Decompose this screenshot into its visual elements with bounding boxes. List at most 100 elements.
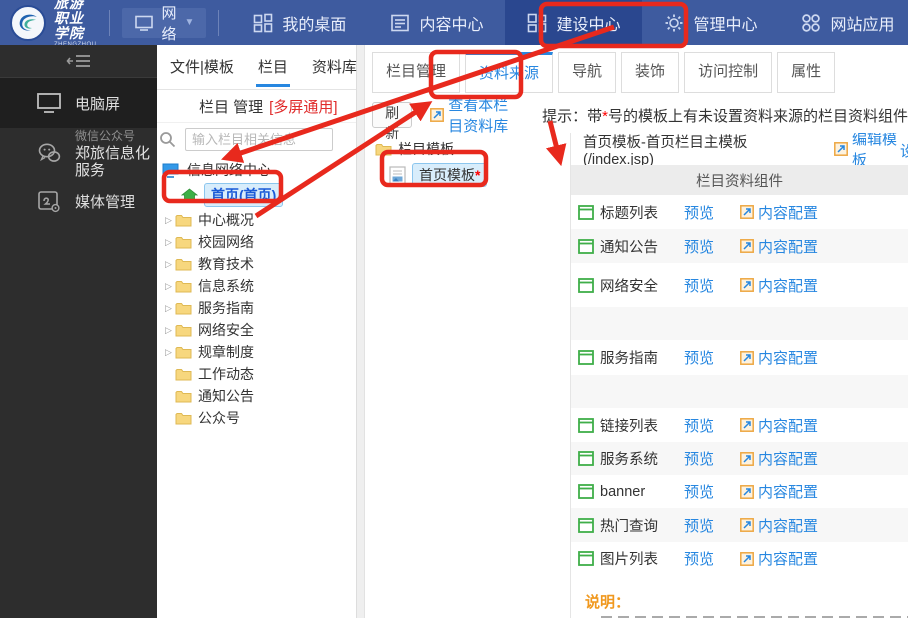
component-widget-icon bbox=[578, 517, 594, 533]
tree-node-folder[interactable]: ▷ 信息系统 bbox=[157, 275, 356, 297]
component-name: 链接列表 bbox=[600, 418, 658, 435]
preview-link[interactable]: 预览 bbox=[684, 236, 714, 257]
tree-node-folder[interactable]: ▷ 校园网络 bbox=[157, 231, 356, 253]
column-tree: 信息网络中心 首页(首页) ▷ 中心概况 ▷ 校园网络 ▷ 教育技术 ▷ 信息系统 ▷ 服… bbox=[157, 155, 356, 429]
tree-panel-tabs: 文件|模板 栏目 资料库 bbox=[157, 45, 357, 90]
tree-node-home[interactable]: 首页(首页) bbox=[157, 181, 356, 209]
view-library-link[interactable]: 查看本栏目资料库 bbox=[430, 94, 520, 136]
component-name: 热门查询 bbox=[600, 518, 658, 535]
template-tree-root[interactable]: 栏目模板 bbox=[365, 138, 570, 160]
tab-files-templates[interactable]: 文件|模板 bbox=[170, 45, 234, 90]
template-node-home[interactable]: 首页模板 * bbox=[365, 160, 570, 190]
sidebar-item-media-manage[interactable]: 媒体管理 bbox=[0, 178, 157, 224]
tab-columns[interactable]: 栏目 bbox=[255, 45, 290, 90]
preview-link[interactable]: 预览 bbox=[684, 202, 714, 223]
tab-access-control[interactable]: 访问控制 bbox=[684, 52, 773, 93]
sidebar-item-pc-screen[interactable]: 电脑屏 bbox=[0, 78, 157, 128]
content-config-link[interactable]: 内容配置 bbox=[740, 481, 818, 502]
component-row: 标题列表 预览 内容配置 bbox=[571, 195, 908, 229]
expand-arrow-icon[interactable]: ▷ bbox=[162, 215, 175, 226]
tree-node-label: 服务指南 bbox=[198, 300, 254, 316]
component-widget-icon bbox=[578, 451, 594, 466]
tree-node-label: 信息系统 bbox=[198, 278, 254, 294]
navbar-divider bbox=[108, 9, 110, 36]
expand-arrow-icon[interactable]: ▷ bbox=[162, 303, 175, 314]
content-config-link[interactable]: 内容配置 bbox=[740, 202, 818, 223]
tree-node-folder[interactable]: ▷ 中心概况 bbox=[157, 209, 356, 231]
expand-arrow-icon[interactable]: ▷ bbox=[162, 325, 175, 336]
external-link-icon bbox=[430, 108, 445, 122]
tree-node-folder[interactable]: ▷ 规章制度 bbox=[157, 341, 356, 363]
tree-node-root[interactable]: 信息网络中心 bbox=[157, 159, 356, 181]
tab-material-library[interactable]: 资料库 bbox=[312, 45, 357, 90]
folder-icon bbox=[175, 302, 192, 314]
tip-text: 提示：带*号的模板上有未设置资料来源的栏目资料组件 bbox=[542, 107, 908, 125]
tree-node-label: 校园网络 bbox=[198, 234, 254, 250]
monitor-icon bbox=[134, 15, 153, 31]
content-config-link[interactable]: 内容配置 bbox=[740, 347, 818, 368]
content-config-link[interactable]: 内容配置 bbox=[740, 415, 818, 436]
tab-decoration[interactable]: 装饰 bbox=[621, 52, 680, 93]
tab-data-source[interactable]: 资料来源 bbox=[465, 52, 554, 93]
expand-arrow-icon[interactable]: ▷ bbox=[162, 259, 175, 270]
preview-link[interactable]: 预览 bbox=[684, 415, 714, 436]
tab-navigation[interactable]: 导航 bbox=[558, 52, 617, 93]
menu-item-site-apps[interactable]: 网站应用 bbox=[779, 0, 908, 45]
component-name: 标题列表 bbox=[600, 205, 658, 222]
tree-node-folder[interactable]: 公众号 bbox=[157, 407, 356, 429]
preview-link[interactable]: 预览 bbox=[684, 347, 714, 368]
tree-node-label: 通知公告 bbox=[198, 388, 254, 404]
folder-icon bbox=[175, 346, 192, 358]
tab-column-manage[interactable]: 栏目管理 bbox=[372, 52, 461, 93]
search-icon bbox=[160, 131, 176, 147]
tree-node-label: 公众号 bbox=[198, 410, 240, 426]
refresh-button[interactable]: 刷新 bbox=[372, 102, 413, 141]
sidebar-item-label: 电脑屏 bbox=[75, 95, 121, 113]
component-row: 热门查询 预览 内容配置 bbox=[571, 508, 908, 542]
menu-item-build-center[interactable]: 建设中心 bbox=[505, 0, 643, 45]
menu-item-content-center[interactable]: 内容中心 bbox=[368, 0, 505, 45]
sidebar-item-wechat[interactable]: 微信公众号 郑旅信息化服务 bbox=[0, 128, 157, 179]
column-search-input[interactable] bbox=[185, 127, 333, 151]
edit-template-link[interactable]: 编辑模板 bbox=[834, 133, 908, 165]
tree-node-folder[interactable]: 工作动态 bbox=[157, 363, 356, 385]
expand-arrow-icon[interactable]: ▷ bbox=[162, 281, 175, 292]
media-manage-icon bbox=[38, 191, 60, 213]
preview-link[interactable]: 预览 bbox=[684, 515, 714, 536]
component-row: 服务系统 预览 内容配置 bbox=[571, 442, 908, 475]
menu-item-manage-center[interactable]: 管理中心 bbox=[642, 0, 779, 45]
content-config-link[interactable]: 内容配置 bbox=[740, 548, 818, 569]
preview-link[interactable]: 预览 bbox=[684, 481, 714, 502]
tree-node-folder[interactable]: 通知公告 bbox=[157, 385, 356, 407]
folder-icon bbox=[175, 390, 192, 402]
content-config-link[interactable]: 内容配置 bbox=[740, 448, 818, 469]
component-row: 图片列表 预览 内容配置 bbox=[571, 542, 908, 575]
content-config-link[interactable]: 内容配置 bbox=[740, 236, 818, 257]
clipped-edge-link[interactable]: 设 bbox=[900, 140, 908, 161]
components-section-header: 栏目资料组件 bbox=[571, 165, 908, 195]
preview-link[interactable]: 预览 bbox=[684, 275, 714, 296]
folder-icon bbox=[375, 143, 392, 155]
expand-arrow-icon[interactable]: ▷ bbox=[162, 237, 175, 248]
content-config-link[interactable]: 内容配置 bbox=[740, 275, 818, 296]
component-row: 通知公告 预览 内容配置 bbox=[571, 229, 908, 263]
tree-node-folder[interactable]: ▷ 网络安全 bbox=[157, 319, 356, 341]
panel-divider[interactable] bbox=[357, 45, 365, 618]
tree-panel-header: 栏目 管理 [多屏通用] bbox=[157, 90, 356, 123]
tree-node-folder[interactable]: ▷ 教育技术 bbox=[157, 253, 356, 275]
tab-properties[interactable]: 属性 bbox=[777, 52, 836, 93]
config-link-icon bbox=[740, 451, 754, 466]
sidebar-collapse-button[interactable] bbox=[0, 45, 157, 78]
tree-node-folder[interactable]: ▷ 服务指南 bbox=[157, 297, 356, 319]
tree-node-label: 信息网络中心 bbox=[187, 162, 271, 178]
expand-arrow-icon[interactable]: ▷ bbox=[162, 347, 175, 358]
menu-item-desktop[interactable]: 我的桌面 bbox=[231, 0, 368, 45]
folder-icon bbox=[175, 236, 192, 248]
build-grid-icon bbox=[528, 13, 547, 32]
content-config-link[interactable]: 内容配置 bbox=[740, 515, 818, 536]
preview-link[interactable]: 预览 bbox=[684, 548, 714, 569]
preview-link[interactable]: 预览 bbox=[684, 448, 714, 469]
site-select-dropdown[interactable]: 信息网络中心 ▼ bbox=[121, 0, 207, 85]
component-name: 网络安全 bbox=[600, 278, 658, 295]
column-search-row bbox=[157, 123, 356, 155]
